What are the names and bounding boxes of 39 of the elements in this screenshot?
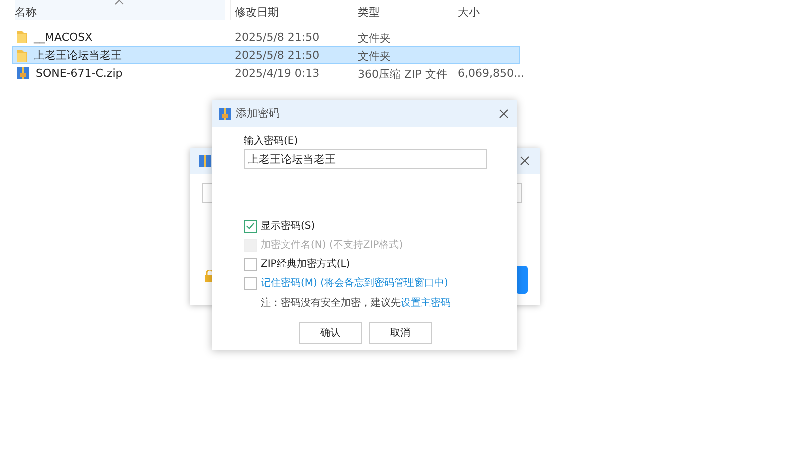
- close-icon[interactable]: [520, 156, 530, 166]
- checkbox[interactable]: [244, 276, 257, 290]
- modified-date: 2025/5/8 21:50: [235, 31, 320, 44]
- dialog-button[interactable]: 取消: [369, 322, 432, 344]
- file-type: 360压缩 ZIP 文件: [358, 67, 448, 82]
- sort-caret-icon: [115, 0, 124, 5]
- archive-icon: [198, 154, 212, 168]
- archive-icon: [218, 106, 232, 120]
- file-size: 6,069,850...: [458, 67, 524, 80]
- primary-button[interactable]: [516, 266, 528, 294]
- file-row[interactable]: 上老王论坛当老王 2025/5/8 21:50 文件夹: [12, 46, 520, 64]
- option-link[interactable]: 记住密码(M) (将会备忘到密码管理窗口中): [261, 276, 448, 290]
- file-row[interactable]: __MACOSX 2025/5/8 21:50 文件夹: [12, 28, 520, 46]
- column-header[interactable]: 修改日期: [235, 0, 335, 20]
- checkbox[interactable]: [244, 258, 257, 270]
- modified-date: 2025/4/19 0:13: [235, 67, 320, 80]
- folder-icon: [16, 30, 28, 44]
- file-name: SONE-671-C.zip: [36, 66, 123, 80]
- file-name: 上老王论坛当老王: [34, 48, 122, 63]
- password-label: 输入密码(E): [244, 134, 300, 148]
- set-master-password-link[interactable]: 设置主密码: [401, 298, 451, 309]
- column-header[interactable]: 名称: [15, 0, 225, 20]
- dialog-title: 添加密码: [236, 106, 280, 121]
- archive-icon: [16, 66, 30, 80]
- column-header[interactable]: 大小: [458, 0, 558, 20]
- option-label: ZIP经典加密方式(L): [261, 258, 350, 271]
- file-type: 文件夹: [358, 49, 391, 64]
- option-label: 显示密码(S): [261, 220, 316, 233]
- close-icon[interactable]: [499, 108, 509, 118]
- modified-date: 2025/5/8 21:50: [235, 49, 320, 62]
- note-text: 注：密码没有安全加密，建议先: [261, 298, 401, 309]
- option-label: 加密文件名(N) (不支持ZIP格式): [261, 238, 404, 252]
- checkbox[interactable]: [244, 220, 257, 232]
- column-header[interactable]: 类型: [358, 0, 458, 20]
- password-field[interactable]: 上老王论坛当老王: [244, 149, 487, 169]
- file-name: __MACOSX: [34, 30, 93, 44]
- file-type: 文件夹: [358, 31, 391, 46]
- dialog-button[interactable]: 确认: [299, 322, 362, 344]
- folder-icon: [16, 48, 28, 62]
